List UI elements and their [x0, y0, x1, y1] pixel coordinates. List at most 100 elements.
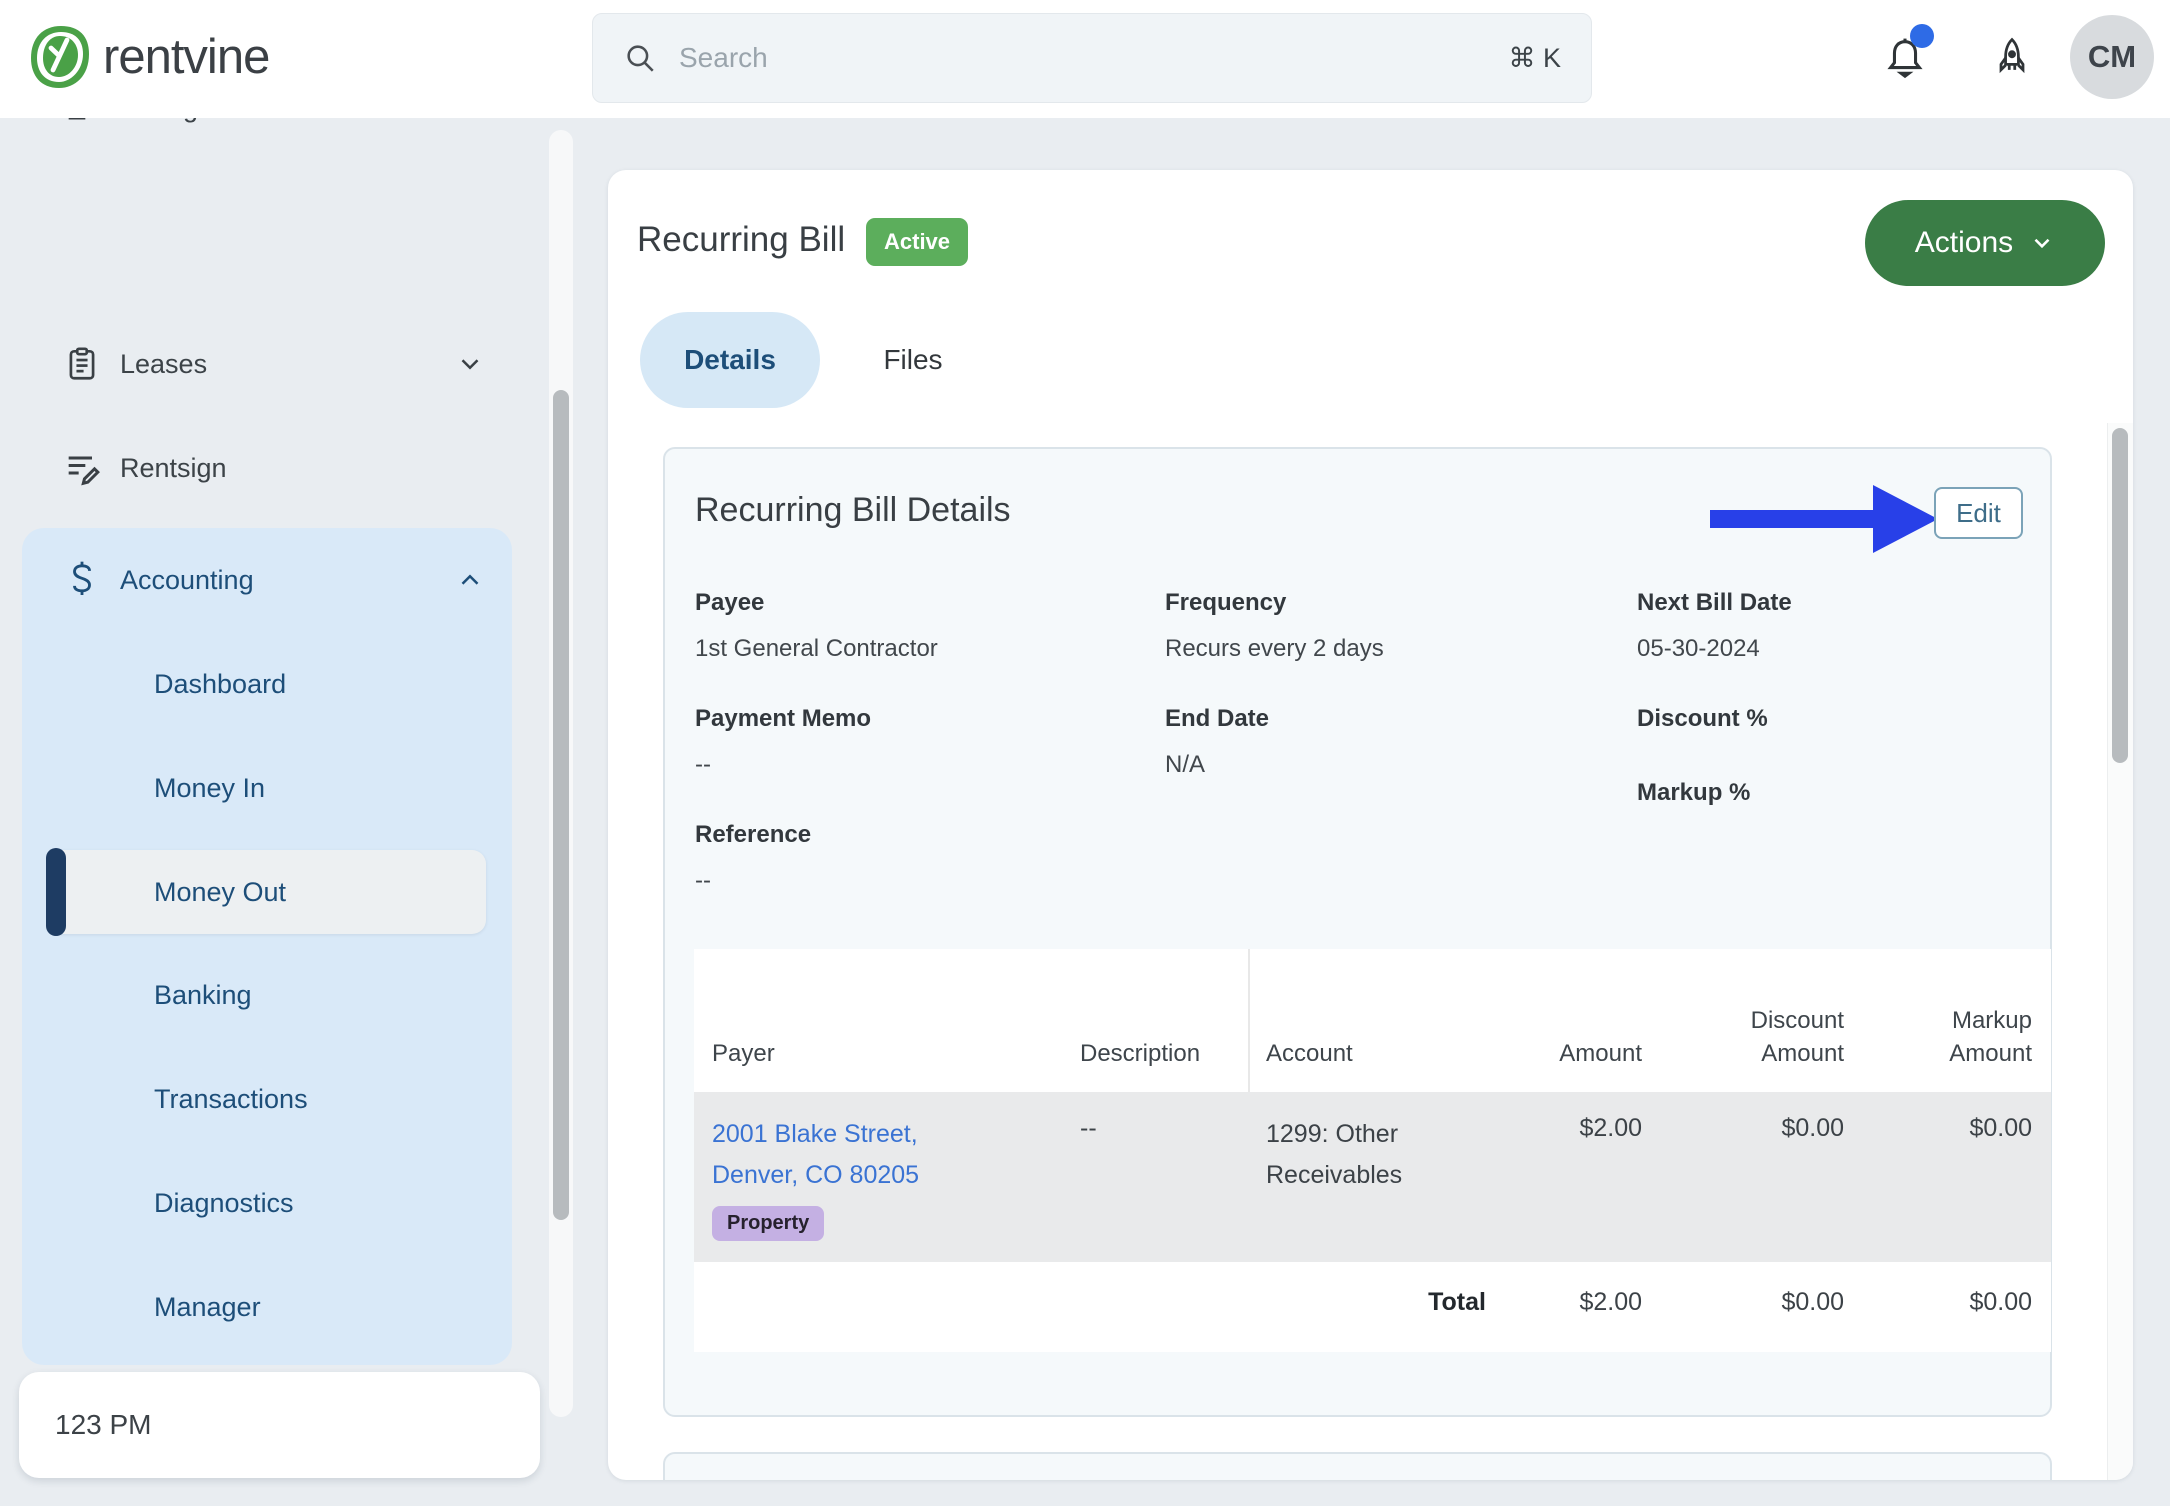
field-payee: Payee 1st General Contractor: [695, 589, 938, 663]
rentvine-logo[interactable]: rentvine: [27, 24, 269, 90]
tab-files[interactable]: Files: [848, 312, 978, 408]
total-discount-amount: $0.00: [1644, 1288, 1844, 1317]
subitem-label: Manager: [154, 1292, 261, 1323]
tab-label: Files: [883, 344, 942, 376]
table-row: 2001 Blake Street, Denver, CO 80205 Prop…: [694, 1092, 2051, 1262]
actions-button[interactable]: Actions: [1865, 200, 2105, 286]
recurring-bill-details-card: Recurring Bill Details Edit Payee 1st Ge…: [663, 447, 2052, 1417]
sidebar-subitem-money-out[interactable]: Money Out: [50, 850, 486, 934]
account-line2: Receivables: [1266, 1161, 1402, 1189]
search-box[interactable]: ⌘ K: [592, 13, 1592, 103]
chevron-up-icon: [455, 565, 485, 595]
field-payment-memo: Payment Memo --: [695, 705, 871, 779]
selected-indicator: [46, 848, 66, 936]
company-card[interactable]: 123 PM: [19, 1372, 540, 1478]
sidebar-scrollbar-thumb[interactable]: [553, 390, 569, 1220]
field-label: Discount %: [1637, 705, 1768, 733]
sidebar-subitem-diagnostics[interactable]: Diagnostics: [50, 1161, 486, 1245]
field-next-bill-date: Next Bill Date 05-30-2024: [1637, 589, 1792, 663]
sidebar-subitem-banking[interactable]: Banking: [50, 953, 486, 1037]
payer-link[interactable]: 2001 Blake Street, Denver, CO 80205: [712, 1114, 1067, 1196]
edit-button[interactable]: Edit: [1934, 487, 2023, 539]
sidebar-item-rentsign[interactable]: Rentsign: [22, 432, 512, 504]
account-line1: 1299: Other: [1266, 1120, 1398, 1148]
subitem-label: Banking: [154, 980, 252, 1011]
document-pen-icon: [62, 448, 102, 488]
payer-cell: 2001 Blake Street, Denver, CO 80205 Prop…: [712, 1114, 1067, 1241]
tab-label: Details: [684, 344, 776, 376]
field-label: Reference: [695, 821, 811, 849]
chevron-down-icon: [455, 349, 485, 379]
chevron-down-icon: [2029, 230, 2055, 256]
subitem-label: Diagnostics: [154, 1188, 294, 1219]
subitem-label: Money Out: [154, 877, 286, 908]
column-header-amount: Amount: [1442, 1038, 1642, 1070]
sidebar-item-leases[interactable]: Leases: [22, 328, 512, 400]
field-reference: Reference --: [695, 821, 811, 895]
column-divider: [1248, 949, 1250, 1092]
clipboard-icon: [62, 344, 102, 384]
sidebar-item-accounting[interactable]: Accounting: [22, 544, 512, 616]
content-scrollbar-track[interactable]: [2107, 423, 2133, 1480]
field-frequency: Frequency Recurs every 2 days: [1165, 589, 1384, 663]
sidebar-item-clipped[interactable]: Listings: [0, 118, 540, 166]
column-header-payer: Payer: [712, 1038, 1067, 1070]
field-label: Payment Memo: [695, 705, 871, 733]
rocket-button[interactable]: [1981, 26, 2043, 88]
field-value: 05-30-2024: [1637, 635, 1792, 663]
field-markup-percent: Markup %: [1637, 779, 1750, 807]
field-value: 1st General Contractor: [695, 635, 938, 663]
notifications-button[interactable]: [1874, 26, 1936, 88]
sidebar-item-label: Leases: [120, 349, 207, 380]
user-avatar[interactable]: CM: [2070, 15, 2154, 99]
discount-amount-cell: $0.00: [1644, 1114, 1844, 1143]
notification-dot: [1910, 24, 1934, 48]
payer-line2: Denver, CO 80205: [712, 1161, 919, 1189]
field-label: Next Bill Date: [1637, 589, 1792, 617]
field-label: Frequency: [1165, 589, 1384, 617]
page-title: Recurring Bill: [637, 220, 845, 260]
list-icon: [62, 118, 102, 128]
sidebar-item-label: Listings: [120, 118, 212, 124]
dollar-icon: [62, 560, 102, 600]
field-end-date: End Date N/A: [1165, 705, 1269, 779]
next-section-card: [663, 1452, 2052, 1480]
column-header-markup-amount: Markup Amount: [1902, 1005, 2032, 1070]
status-badge: Active: [866, 218, 968, 266]
field-label: End Date: [1165, 705, 1269, 733]
table-total-row: Total $2.00 $0.00 $0.00: [694, 1262, 2051, 1352]
field-value: --: [695, 751, 871, 779]
sidebar-subitem-dashboard[interactable]: Dashboard: [50, 642, 486, 726]
table-header-row: Payer Description Account Amount Discoun…: [694, 949, 2051, 1092]
logo-text: rentvine: [103, 29, 269, 85]
sidebar-item-label: Rentsign: [120, 453, 227, 484]
content-scrollbar-thumb[interactable]: [2112, 428, 2128, 763]
avatar-initials: CM: [2088, 39, 2136, 75]
recurring-bill-panel: Recurring Bill Active Actions Details Fi…: [608, 170, 2133, 1480]
markup-amount-cell: $0.00: [1832, 1114, 2032, 1143]
field-value: Recurs every 2 days: [1165, 635, 1384, 663]
search-input[interactable]: [679, 42, 1508, 74]
search-shortcut: ⌘ K: [1508, 43, 1561, 74]
property-tag: Property: [712, 1206, 824, 1241]
top-bar: rentvine ⌘ K CM: [0, 0, 2170, 118]
field-discount-percent: Discount %: [1637, 705, 1768, 733]
description-cell: --: [1080, 1114, 1260, 1143]
column-header-discount-amount: Discount Amount: [1714, 1005, 1844, 1070]
annotation-arrow: [1710, 483, 1940, 555]
details-card-title: Recurring Bill Details: [695, 491, 1011, 530]
sidebar-item-label: Accounting: [120, 565, 254, 596]
total-markup-amount: $0.00: [1832, 1288, 2032, 1317]
actions-button-label: Actions: [1915, 226, 2013, 260]
tab-details[interactable]: Details: [640, 312, 820, 408]
sidebar-subitem-money-in[interactable]: Money In: [50, 746, 486, 830]
sidebar-subitem-transactions[interactable]: Transactions: [50, 1057, 486, 1141]
subitem-label: Money In: [154, 773, 265, 804]
sidebar-subitem-manager[interactable]: Manager: [50, 1265, 486, 1349]
subitem-label: Transactions: [154, 1084, 308, 1115]
search-icon: [623, 41, 657, 75]
payer-line1: 2001 Blake Street,: [712, 1120, 918, 1148]
company-card-label: 123 PM: [55, 1409, 152, 1441]
sidebar-scrollbar-track[interactable]: [549, 130, 573, 1417]
field-value: N/A: [1165, 751, 1269, 779]
